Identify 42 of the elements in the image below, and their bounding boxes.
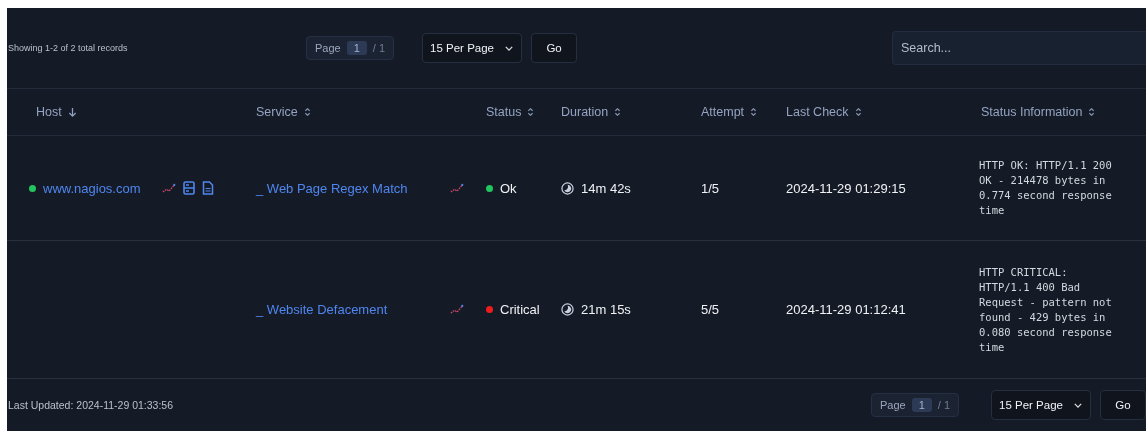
go-button[interactable]: Go (1100, 390, 1146, 420)
last-updated-text: Last Updated: 2024-11-29 01:33:56 (7, 399, 174, 411)
search-field[interactable]: Search... (892, 31, 1146, 65)
column-header[interactable]: Last Check (780, 89, 975, 136)
column-header[interactable]: Status Information (975, 89, 1146, 136)
host-link[interactable]: www.nagios.com (43, 180, 141, 196)
status-text: Critical (500, 302, 540, 317)
page-total: / 1 (372, 42, 386, 54)
column-header[interactable]: Attempt (695, 89, 780, 136)
chevron-down-icon (1074, 402, 1082, 408)
records-summary: Showing 1-2 of 2 total records (7, 43, 129, 53)
clock-icon (561, 303, 574, 316)
duration-text: 14m 42s (581, 180, 631, 196)
status-information-text: HTTP OK: HTTP/1.1 200 OK - 214478 bytes in 0.774 second response time (979, 158, 1113, 218)
last-check-text: 2024-11-29 01:12:41 (786, 302, 906, 317)
page-label: Page (315, 42, 341, 54)
clock-icon (561, 181, 574, 195)
page-total: / 1 (937, 399, 950, 411)
chevron-down-icon (505, 45, 514, 51)
go-button[interactable]: Go (531, 33, 578, 63)
graph-icon[interactable] (450, 304, 464, 315)
attempt-text: 1/5 (701, 180, 720, 196)
service-link[interactable]: _ Web Page Regex Match (256, 180, 408, 196)
per-page-select[interactable]: 15 Per Page (991, 390, 1091, 420)
per-page-select[interactable]: 15 Per Page (422, 33, 523, 63)
graph-icon[interactable] (450, 182, 464, 194)
graph-icon[interactable] (161, 182, 176, 194)
column-header[interactable]: Service (250, 89, 480, 136)
page-number-field[interactable]: 1 (911, 398, 932, 412)
document-icon[interactable] (201, 181, 214, 195)
status-information-text: HTTP CRITICAL: HTTP/1.1 400 Bad Request - pattern not found - 429 bytes in 0.080 second response time (979, 264, 1113, 355)
attempt-text: 5/5 (701, 302, 720, 317)
column-header[interactable]: Duration (555, 89, 695, 136)
duration-text: 21m 15s (581, 302, 631, 317)
column-header[interactable]: Status (480, 89, 555, 136)
server-icon[interactable] (182, 181, 195, 195)
column-header[interactable]: Host (7, 89, 250, 136)
last-check-text: 2024-11-29 01:29:15 (786, 180, 906, 196)
page-label: Page (879, 399, 906, 411)
status-text: Ok (500, 180, 517, 196)
service-link[interactable]: _ Website Defacement (256, 302, 388, 317)
page-number-field[interactable]: 1 (346, 41, 367, 55)
